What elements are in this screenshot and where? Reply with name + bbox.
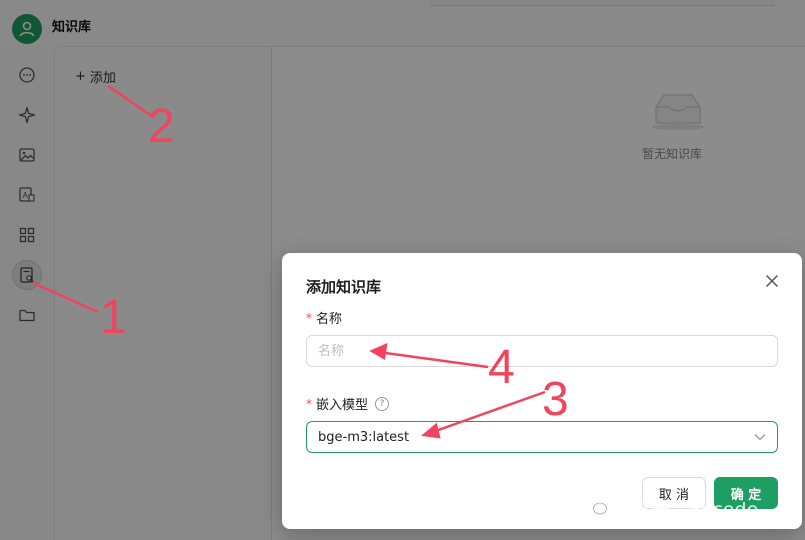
name-input[interactable]	[306, 335, 778, 367]
annotation-number-3: 3	[542, 373, 569, 426]
dialog-title: 添加知识库	[306, 278, 382, 296]
watermark-text: 公众号 · 5ycode	[614, 499, 759, 521]
model-selected-value: bge-m3:latest	[318, 429, 410, 445]
required-mark: *	[306, 396, 312, 411]
name-label-text: 名称	[316, 312, 343, 327]
annotation-number-2: 2	[148, 100, 175, 153]
question-icon[interactable]: ?	[375, 396, 390, 411]
chevron-down-icon	[754, 430, 766, 445]
annotation-number-1: 1	[100, 291, 127, 344]
annotation-number-4: 4	[488, 341, 515, 394]
model-field-label: * 嵌入模型 ?	[306, 394, 390, 413]
model-label-text: 嵌入模型	[316, 398, 369, 413]
watermark: 公众号 · 5ycode	[584, 495, 758, 522]
required-mark: *	[306, 310, 312, 325]
wechat-icon	[584, 496, 608, 521]
close-icon[interactable]	[762, 271, 782, 291]
name-field-label: * 名称	[306, 308, 343, 328]
